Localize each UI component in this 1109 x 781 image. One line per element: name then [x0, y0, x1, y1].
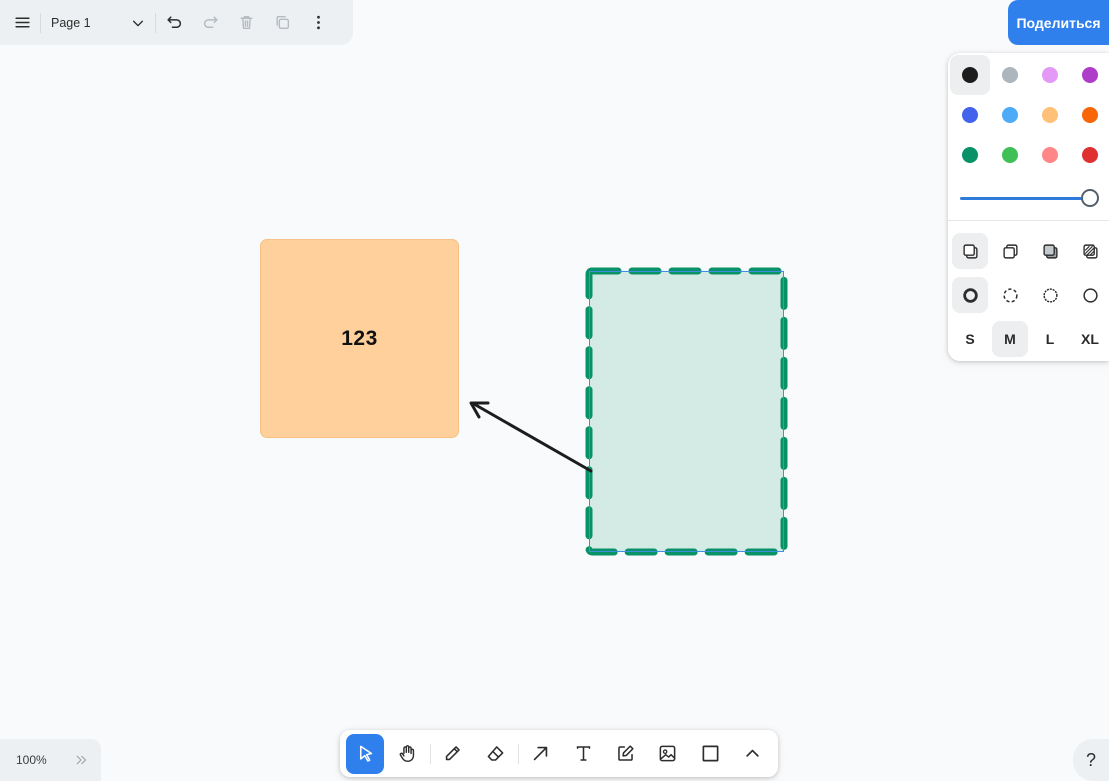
tool-more[interactable]	[734, 734, 772, 774]
tool-asset[interactable]	[649, 734, 687, 774]
tool-arrow[interactable]	[522, 734, 560, 774]
pencil-icon	[446, 746, 461, 761]
tool-eraser[interactable]	[476, 734, 514, 774]
chevron-up-icon	[746, 749, 759, 757]
toolbar-separator	[429, 743, 431, 764]
zoom-label: 100%	[16, 753, 47, 767]
arrow-shape[interactable]	[469, 401, 593, 473]
canvas-layer	[469, 267, 788, 556]
arrow-icon	[533, 746, 548, 761]
tool-hand[interactable]	[388, 734, 426, 774]
tool-text[interactable]	[564, 734, 602, 774]
tool-draw[interactable]	[434, 734, 472, 774]
text-icon	[576, 746, 590, 761]
green-dashed-rectangle-shape[interactable]	[585, 267, 788, 556]
hand-icon	[399, 745, 415, 762]
cursor-icon	[359, 745, 372, 762]
main-toolbar	[340, 730, 778, 777]
tool-rectangle[interactable]	[691, 734, 729, 774]
rectangle-icon	[702, 745, 719, 762]
help-button[interactable]: ?	[1073, 739, 1109, 781]
eraser-icon	[487, 746, 504, 761]
tool-note[interactable]	[606, 734, 644, 774]
note-icon	[618, 745, 634, 761]
tool-select[interactable]	[346, 733, 385, 774]
toolbar-separator	[517, 743, 519, 764]
zoom-menu[interactable]: 100%	[0, 739, 101, 781]
help-label: ?	[1085, 749, 1096, 770]
image-icon	[660, 745, 676, 762]
double-chevron-right-icon[interactable]	[75, 754, 87, 766]
